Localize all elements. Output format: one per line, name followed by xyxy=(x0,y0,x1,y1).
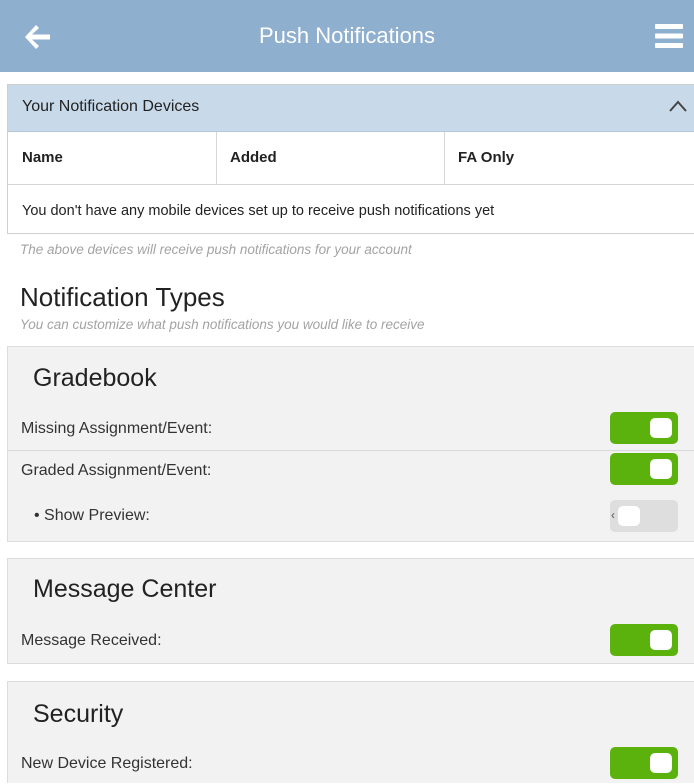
message-received-row: Message Received: xyxy=(8,621,694,661)
toggle-knob xyxy=(650,459,672,479)
column-divider xyxy=(216,132,217,184)
new-device-label: New Device Registered: xyxy=(21,755,193,772)
column-added: Added xyxy=(230,149,277,166)
missing-assignment-toggle[interactable] xyxy=(610,412,678,444)
toggle-knob xyxy=(650,753,672,773)
message-center-section: Message Center Message Received: xyxy=(7,558,694,664)
missing-assignment-row: Missing Assignment/Event: xyxy=(8,409,694,449)
toggle-off-mark: ‹ xyxy=(611,508,615,522)
column-name: Name xyxy=(22,149,63,166)
notification-devices-panel: Your Notification Devices Name Added FA … xyxy=(7,84,694,234)
devices-panel-header[interactable]: Your Notification Devices xyxy=(8,85,694,132)
gradebook-section-title: Gradebook xyxy=(33,364,157,392)
chevron-up-icon[interactable] xyxy=(668,99,688,113)
toggle-knob xyxy=(618,506,640,526)
graded-assignment-row: Graded Assignment/Event: xyxy=(8,451,694,491)
toggle-knob xyxy=(650,630,672,650)
message-received-toggle[interactable] xyxy=(610,624,678,656)
show-preview-row: • Show Preview: ‹ xyxy=(8,497,694,537)
devices-table-header: Name Added FA Only xyxy=(8,132,694,185)
new-device-row: New Device Registered: xyxy=(8,744,694,784)
notification-types-title: Notification Types xyxy=(20,282,225,312)
devices-note: The above devices will receive push noti… xyxy=(20,242,412,257)
devices-panel-title: Your Notification Devices xyxy=(22,98,200,115)
gradebook-section: Gradebook Missing Assignment/Event: Grad… xyxy=(7,346,694,542)
new-device-toggle[interactable] xyxy=(610,747,678,779)
toggle-knob xyxy=(650,418,672,438)
graded-assignment-toggle[interactable] xyxy=(610,453,678,485)
show-preview-toggle[interactable]: ‹ xyxy=(610,500,678,532)
devices-empty-message: You don't have any mobile devices set up… xyxy=(22,203,495,219)
notification-types-subtitle: You can customize what push notification… xyxy=(20,317,425,332)
show-preview-label: • Show Preview: xyxy=(34,507,150,524)
security-section-title: Security xyxy=(33,700,124,728)
page-title: Push Notifications xyxy=(258,23,436,48)
message-center-section-title: Message Center xyxy=(33,575,217,603)
missing-assignment-label: Missing Assignment/Event: xyxy=(21,420,213,437)
column-fa-only: FA Only xyxy=(458,149,515,166)
top-bar: Push Notifications xyxy=(0,0,694,72)
security-section: Security New Device Registered: xyxy=(7,681,694,783)
graded-assignment-label: Graded Assignment/Event: xyxy=(21,462,212,479)
hamburger-menu-icon[interactable] xyxy=(655,22,683,50)
message-received-label: Message Received: xyxy=(21,632,162,649)
column-divider xyxy=(444,132,445,184)
